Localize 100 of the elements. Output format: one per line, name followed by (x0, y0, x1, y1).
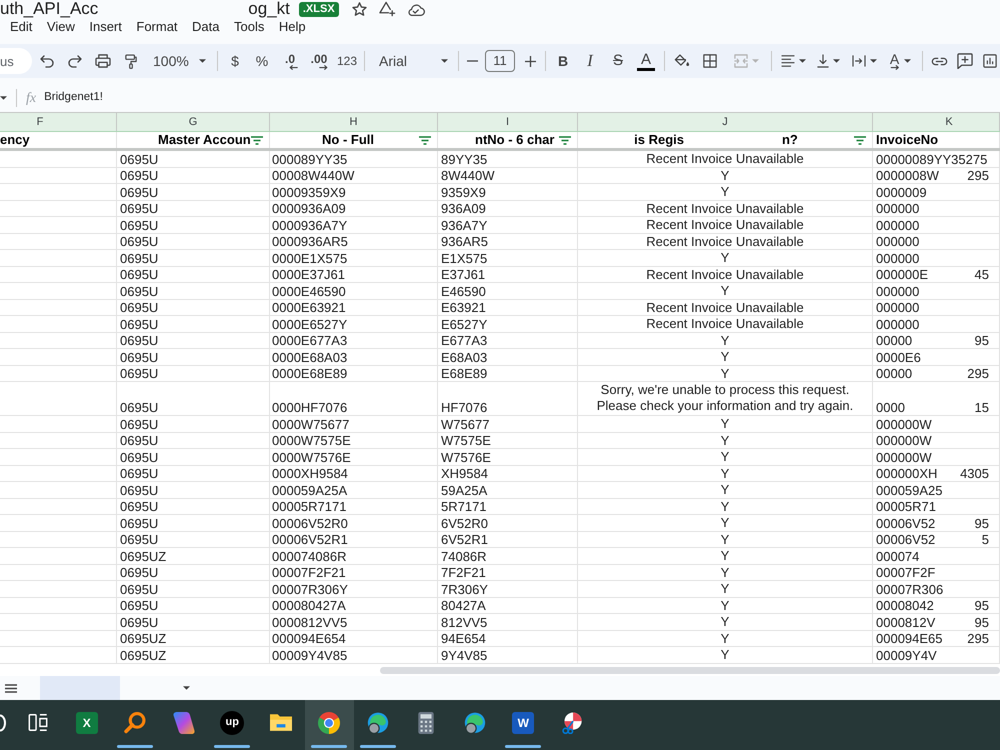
strikethrough-button[interactable]: S (604, 47, 632, 75)
table-cell: 0000E6 (873, 349, 1000, 366)
filter-icon[interactable] (251, 136, 263, 144)
font-dropdown[interactable]: Arial (369, 47, 454, 75)
table-cell: 000059A25 (873, 482, 1000, 498)
italic-button[interactable]: I (576, 47, 604, 75)
table-cell: E68E89 (438, 366, 578, 382)
filter-icon[interactable] (559, 136, 571, 144)
table-cell: Y (578, 630, 873, 647)
table-cell: 0695U (117, 449, 270, 466)
redo-icon (68, 54, 82, 68)
wrap-icon (852, 55, 866, 67)
decrease-decimal-button[interactable]: .0 (276, 47, 304, 75)
currency-button[interactable]: $ (222, 47, 248, 75)
table-cell: 0000E63921 (270, 300, 438, 316)
increase-decimal-button[interactable]: .00 (304, 47, 334, 75)
table-cell: 0695U (117, 498, 270, 515)
magnifier-icon (124, 712, 146, 734)
text-rotation-button[interactable]: A (882, 47, 918, 75)
triangle-plus-icon[interactable] (378, 1, 396, 17)
table-cell: 00008042 95 (873, 598, 1000, 614)
table-cell: 812VV5 (438, 614, 578, 630)
table-cell: 0695U (117, 151, 270, 168)
table-cell: Y (578, 466, 873, 482)
table-cell: 00000 295 (873, 366, 1000, 382)
table-cell: 59A25A (438, 482, 578, 498)
column-letter[interactable]: I (438, 113, 578, 131)
table-cell: E1X575 (438, 250, 578, 266)
caret-icon[interactable] (0, 96, 7, 100)
column-letter[interactable]: F (0, 113, 117, 131)
table-cell: 00007F2F21 (270, 564, 438, 581)
taskbar-button[interactable]: X (62, 700, 111, 750)
table-cell: 0695U (117, 234, 270, 250)
column-header: Master Accoun (158, 132, 251, 148)
menu-item[interactable]: Format (136, 19, 178, 35)
table-cell: 00008W440W (270, 168, 438, 184)
bold-button[interactable]: B (550, 47, 576, 75)
table-cell: 74086R (438, 548, 578, 564)
table-cell: HF7076 (438, 382, 578, 416)
table-cell: 0695U (117, 200, 270, 217)
table-cell: 000000 (873, 250, 1000, 266)
menu-icon[interactable] (5, 684, 17, 692)
table-cell: Recent Invoice Unavailable (578, 151, 873, 168)
table-cell: Recent Invoice Unavailable (578, 300, 873, 316)
cloud-check-icon[interactable] (406, 2, 425, 16)
table-cell: 00009Y4V85 (270, 647, 438, 664)
column-letter[interactable]: K (873, 113, 1000, 131)
column-letter[interactable]: J (578, 113, 873, 131)
star-icon[interactable] (352, 2, 367, 16)
table-cell: W7575E (438, 432, 578, 449)
taskbar-button[interactable]: W (499, 700, 548, 750)
table-cell: 00007R306 (873, 581, 1000, 598)
font-size-field[interactable]: 11 (485, 50, 515, 72)
search-field[interactable]: us (0, 48, 32, 74)
table-cell: 000000 (873, 300, 1000, 316)
table-cell: 0695U (117, 581, 270, 598)
table-cell: 5R7171 (438, 498, 578, 515)
table-cell: W75677 (438, 416, 578, 432)
table-cell: 00006V52 5 (873, 532, 1000, 548)
table-cell: 0695U (117, 300, 270, 316)
horizontal-scrollbar[interactable] (380, 667, 1000, 674)
column-letter[interactable]: H (270, 113, 438, 131)
zoom-dropdown[interactable]: 100% (145, 47, 213, 75)
menu-item[interactable]: Tools (234, 19, 264, 35)
caret-icon[interactable] (183, 686, 190, 690)
table-cell: 000000 (873, 200, 1000, 217)
table-cell: Y (578, 614, 873, 630)
paint-bucket-icon (674, 54, 690, 68)
table-cell: 00006V52R1 (270, 532, 438, 548)
table-cell: Y (578, 515, 873, 532)
percent-button[interactable]: % (248, 47, 276, 75)
menu-item[interactable]: Help (278, 19, 306, 35)
filter-icon[interactable] (419, 136, 431, 144)
menu-item[interactable]: View (46, 19, 75, 35)
table-cell: Recent Invoice Unavailable (578, 266, 873, 283)
table-cell: 000000 (873, 234, 1000, 250)
table-cell: Y (578, 498, 873, 515)
table-cell: 000074 (873, 548, 1000, 564)
filter-icon[interactable] (854, 136, 866, 144)
table-cell: Y (578, 349, 873, 366)
number-format-button[interactable]: 123 (334, 47, 360, 75)
table-cell: 0695U (117, 250, 270, 266)
table-cell: 6V52R0 (438, 515, 578, 532)
table-cell: 936AR5 (438, 234, 578, 250)
taskbar-button[interactable] (305, 700, 354, 750)
table-cell: W7576E (438, 449, 578, 466)
text-color-button[interactable]: A (632, 47, 660, 75)
menu-item[interactable]: Insert (89, 19, 122, 35)
table-cell: 00000089YY35275 (873, 151, 1000, 168)
calculator-icon (418, 712, 434, 734)
table-cell: Y (578, 482, 873, 498)
formula-value[interactable]: Bridgenet1! (44, 89, 103, 107)
menu-item[interactable]: Data (192, 19, 220, 35)
table-cell: Y (578, 416, 873, 432)
menu-item[interactable]: Edit (10, 19, 32, 35)
column-letter[interactable]: G (117, 113, 270, 131)
taskbar-button[interactable]: up (208, 700, 256, 750)
table-cell: Y (578, 647, 873, 664)
task-view-icon (28, 714, 48, 731)
table-cell: 0695U (117, 598, 270, 614)
